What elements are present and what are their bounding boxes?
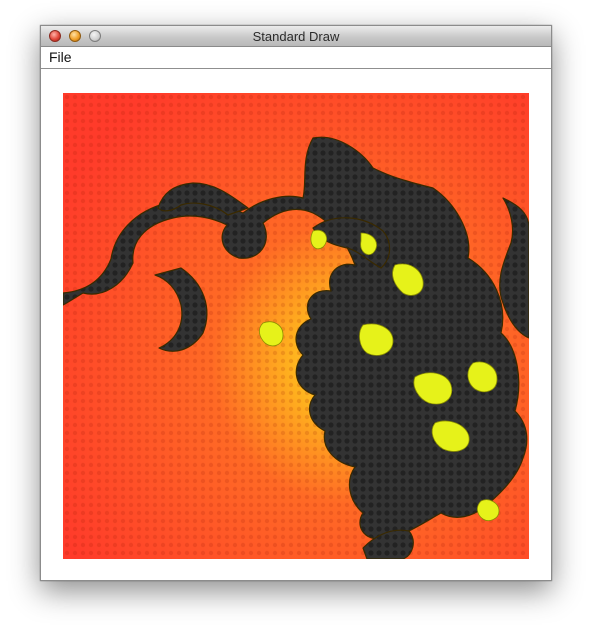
fractal-image [63,93,529,559]
window-title: Standard Draw [252,29,340,44]
standard-draw-window: Standard Draw File [40,25,552,581]
menu-file[interactable]: File [49,49,72,65]
drawing-canvas [63,93,529,559]
menu-bar: File [41,47,551,69]
window-titlebar[interactable]: Standard Draw [41,26,551,47]
